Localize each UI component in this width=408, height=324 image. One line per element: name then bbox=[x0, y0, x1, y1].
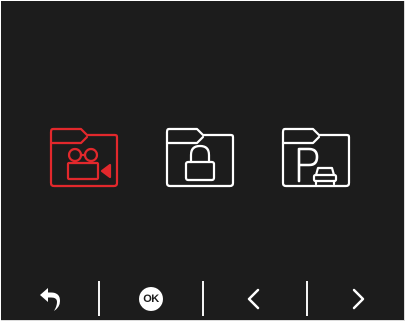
chevron-left-icon bbox=[247, 288, 260, 309]
video-folder-icon bbox=[49, 127, 119, 188]
ok-label: OK bbox=[143, 292, 159, 305]
folder-selection-screen: OK bbox=[1, 1, 405, 321]
back-button[interactable] bbox=[1, 277, 101, 320]
video-folder-button[interactable] bbox=[48, 125, 120, 189]
lock-folder-icon bbox=[165, 127, 235, 188]
toolbar-separator bbox=[98, 281, 100, 316]
ok-icon: OK bbox=[139, 286, 163, 311]
parking-folder-icon bbox=[281, 127, 351, 188]
parking-folder-button[interactable] bbox=[280, 125, 352, 189]
chevron-right-icon bbox=[352, 288, 365, 309]
ok-button[interactable]: OK bbox=[101, 277, 201, 320]
previous-button[interactable] bbox=[204, 277, 304, 320]
locked-folder-button[interactable] bbox=[164, 125, 236, 189]
next-button[interactable] bbox=[308, 277, 408, 320]
bottom-toolbar: OK bbox=[1, 277, 404, 320]
back-arrow-icon bbox=[40, 287, 60, 311]
